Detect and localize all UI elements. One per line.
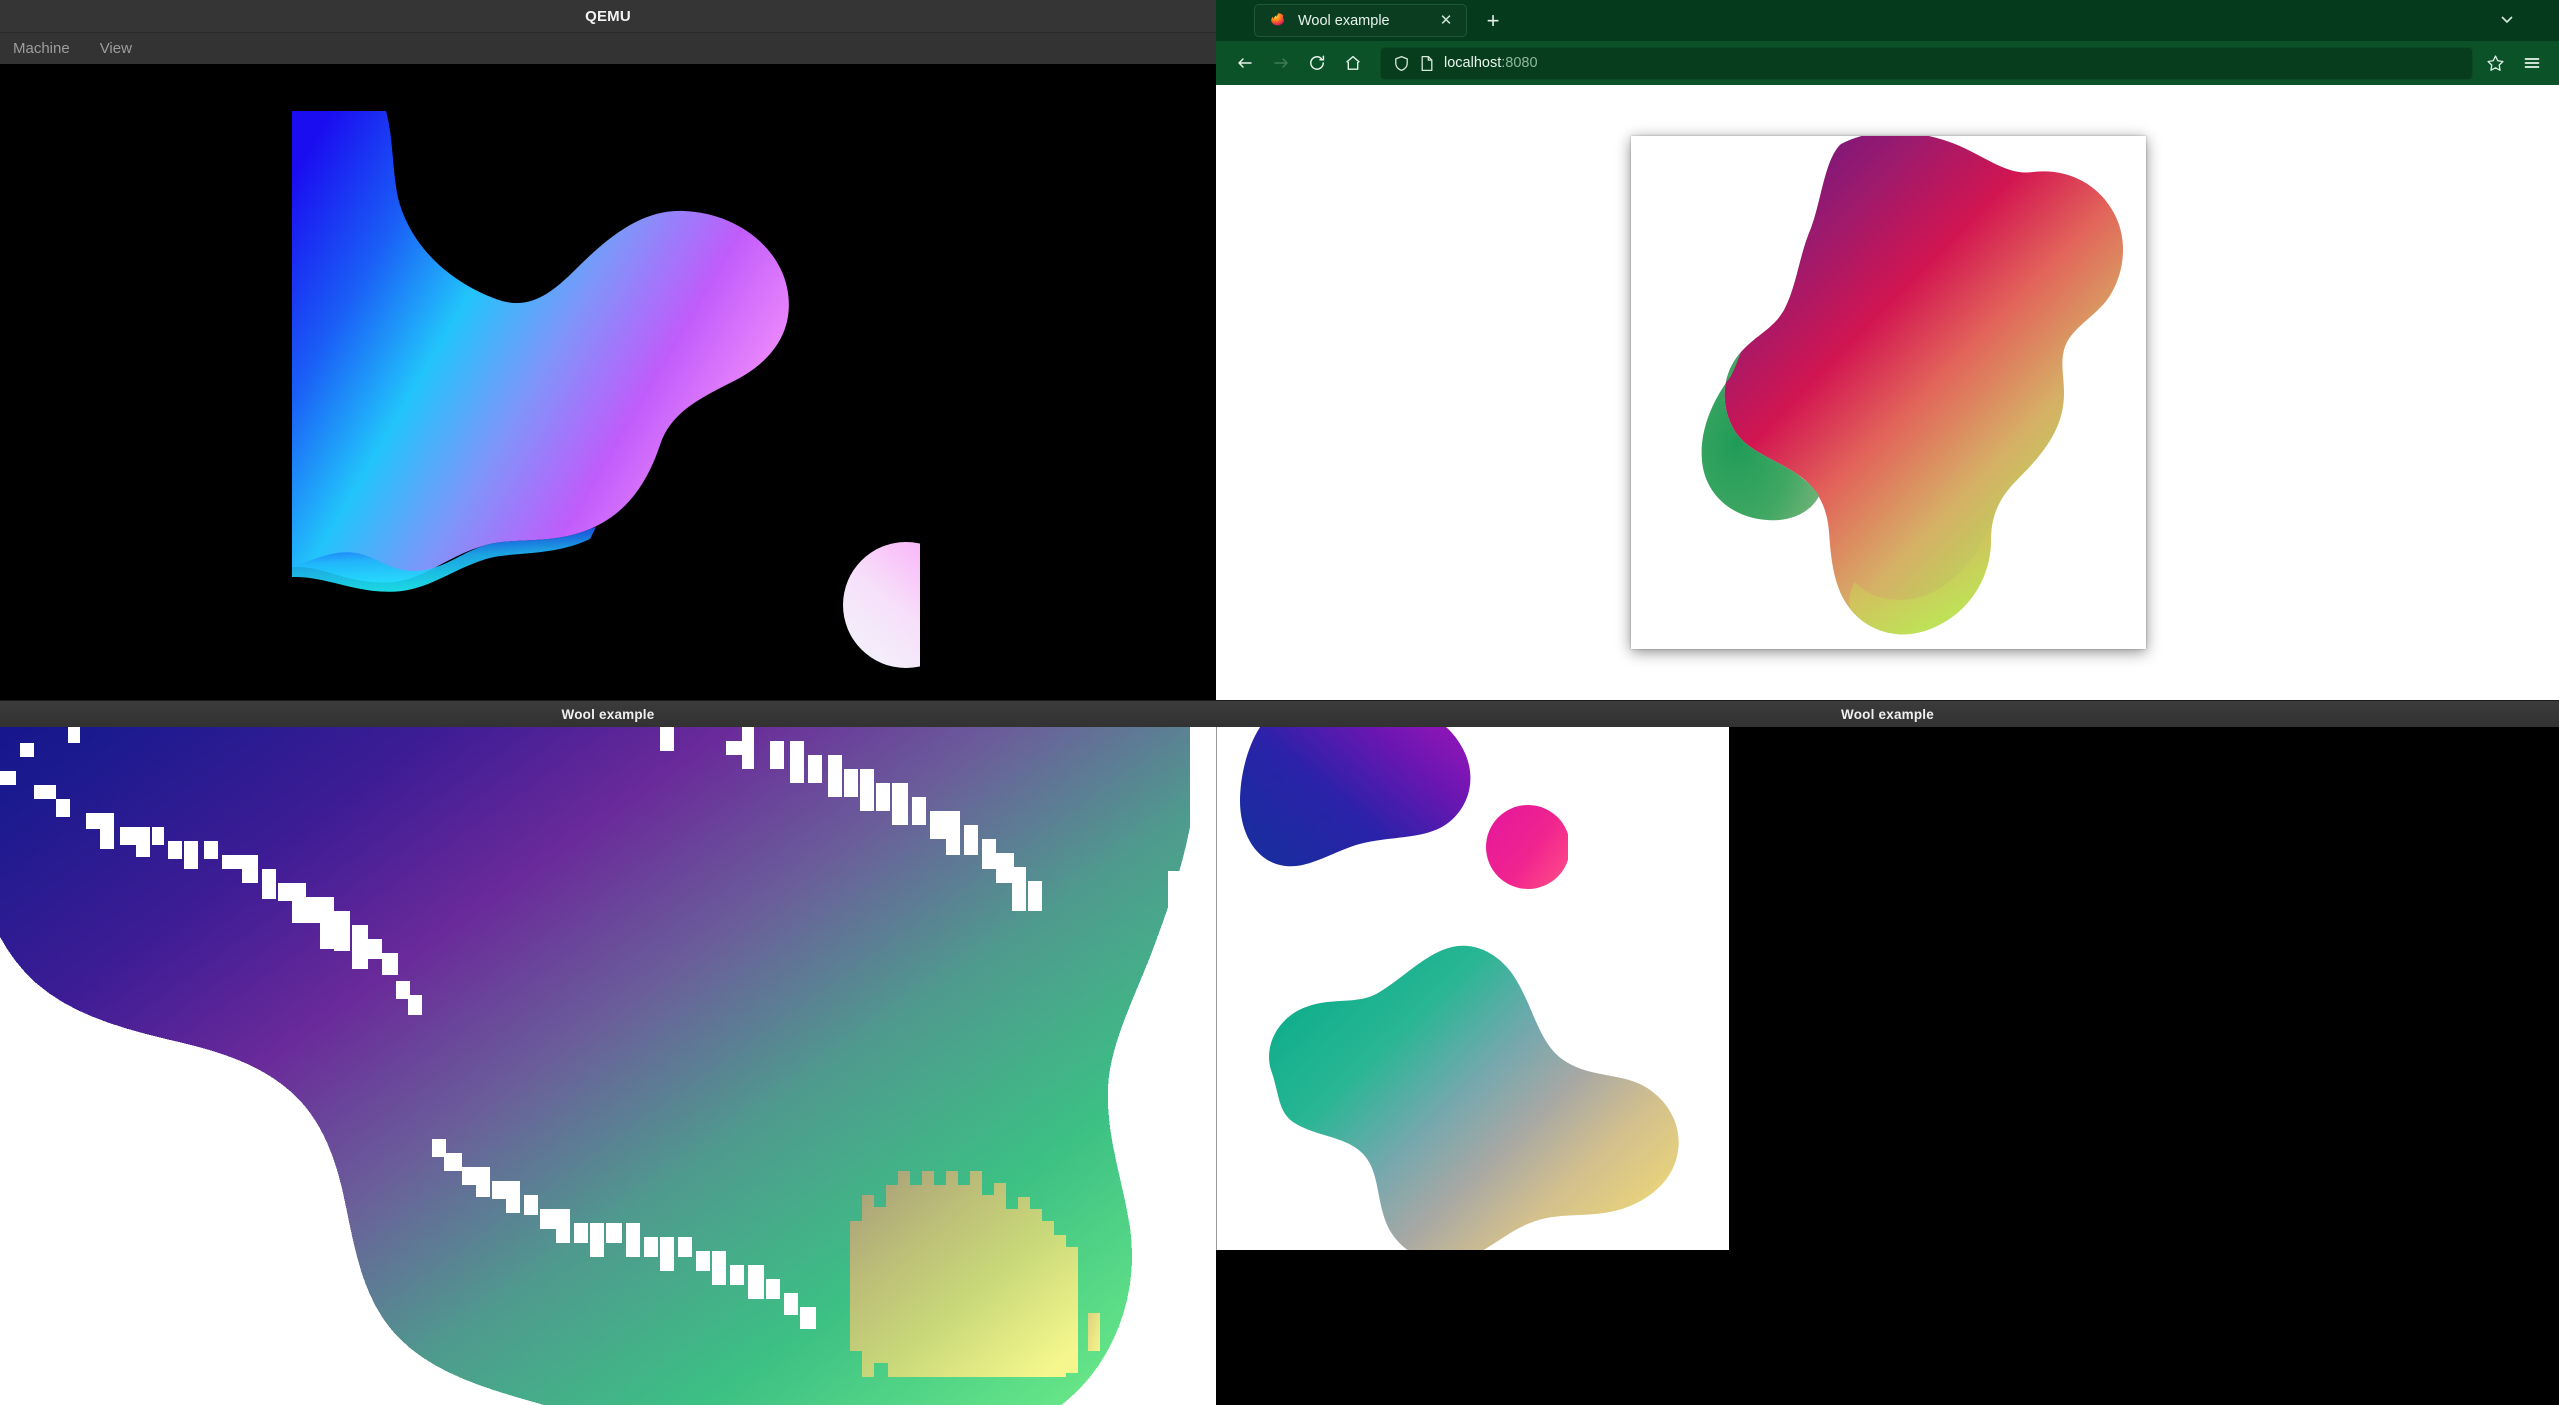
qemu-display-canvas[interactable] bbox=[0, 64, 1216, 700]
shield-icon bbox=[1393, 55, 1410, 72]
lower-panel-left-title: Wool example bbox=[561, 706, 655, 722]
menu-machine[interactable]: Machine bbox=[9, 37, 74, 60]
lower-panel-left-titlebar: Wool example bbox=[0, 700, 1216, 727]
hamburger-icon[interactable] bbox=[2515, 46, 2549, 80]
qemu-window: QEMU Machine View bbox=[0, 0, 1216, 700]
wool-circle-pink-white bbox=[840, 540, 920, 668]
wool-blob-zoom-olive-shape bbox=[850, 1171, 1100, 1377]
qemu-menubar: Machine View bbox=[0, 33, 1216, 64]
url-host: localhost bbox=[1444, 55, 1502, 71]
browser-navbar: localhost:8080 bbox=[1216, 41, 2559, 85]
browser-tab-title: Wool example bbox=[1298, 12, 1390, 29]
screen-root: QEMU Machine View Wool example ✕ + local… bbox=[0, 0, 2559, 1405]
browser-content-area[interactable] bbox=[1216, 85, 2559, 700]
reload-button[interactable] bbox=[1300, 47, 1333, 80]
back-button[interactable] bbox=[1228, 47, 1261, 80]
zoomed-view-right-canvas bbox=[1216, 727, 1729, 1250]
qemu-titlebar: QEMU bbox=[0, 0, 1216, 33]
qemu-window-title: QEMU bbox=[585, 7, 631, 25]
home-button[interactable] bbox=[1336, 47, 1369, 80]
wool-blob-zoom-teal-yellow bbox=[1269, 945, 1679, 1250]
browser-window: Wool example ✕ + localhost:8080 bbox=[1216, 0, 2559, 700]
new-tab-button[interactable]: + bbox=[1479, 7, 1507, 35]
firefox-icon bbox=[1269, 12, 1287, 30]
lower-panel-right-title: Wool example bbox=[1841, 706, 1934, 722]
menu-view[interactable]: View bbox=[96, 37, 136, 60]
wool-blob-rainbow bbox=[1631, 136, 2146, 649]
chevron-down-icon[interactable] bbox=[2495, 7, 2519, 31]
address-bar-text: localhost:8080 bbox=[1444, 55, 1538, 71]
lower-panel-right-titlebar: Wool example bbox=[1216, 700, 2559, 727]
zoomed-view-right[interactable] bbox=[1216, 727, 2559, 1405]
wool-circle-zoom-magenta bbox=[1486, 805, 1568, 889]
page-icon bbox=[1419, 55, 1435, 72]
wool-canvas-card bbox=[1631, 136, 2146, 649]
close-icon[interactable]: ✕ bbox=[1436, 11, 1456, 31]
wool-blob-blue-magenta bbox=[290, 109, 820, 609]
star-icon[interactable] bbox=[2482, 50, 2508, 76]
address-bar[interactable]: localhost:8080 bbox=[1380, 46, 2473, 80]
browser-tab-wool-example[interactable]: Wool example ✕ bbox=[1254, 4, 1467, 37]
browser-tabstrip: Wool example ✕ + bbox=[1216, 0, 2559, 41]
pane-divider bbox=[1216, 727, 1217, 1250]
zoomed-view-left[interactable] bbox=[0, 727, 1216, 1405]
forward-button[interactable] bbox=[1264, 47, 1297, 80]
url-port: :8080 bbox=[1501, 55, 1538, 71]
